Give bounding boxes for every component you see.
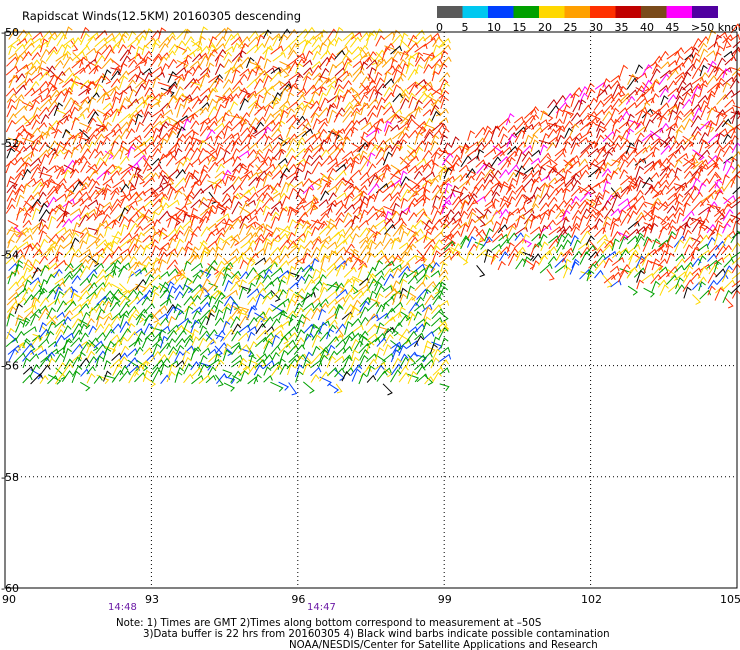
legend-swatch xyxy=(666,6,693,18)
x-tick-label: 105 xyxy=(720,593,740,606)
y-tick-label: -50 xyxy=(1,26,19,39)
legend-swatch xyxy=(590,6,616,18)
legend-swatch xyxy=(539,6,565,18)
time-label-1: 14:48 xyxy=(108,602,137,613)
legend-swatch xyxy=(641,6,667,18)
x-tick-label: 96 xyxy=(291,593,305,606)
map-title: Rapidscat Winds(12.5KM) 20160305 descend… xyxy=(22,9,301,23)
note-line-3: NOAA/NESDIS/Center for Satellite Applica… xyxy=(289,640,598,650)
color-legend: 051015202530354045>50 knots xyxy=(436,6,740,34)
wind-map: Rapidscat Winds(12.5KM) 20160305 descend… xyxy=(1,6,740,650)
legend-swatch xyxy=(692,6,718,18)
legend-swatch xyxy=(513,6,540,18)
legend-swatch xyxy=(615,6,642,18)
note-line-1: Note: 1) Times are GMT 2)Times along bot… xyxy=(116,618,541,629)
wind-barbs xyxy=(5,23,740,396)
y-tick-label: -52 xyxy=(1,137,19,150)
y-tick-label: -60 xyxy=(1,582,19,595)
legend-swatch xyxy=(437,6,463,18)
y-tick-label: -56 xyxy=(1,360,19,373)
time-label-2: 14:47 xyxy=(307,602,336,613)
legend-swatch xyxy=(488,6,514,18)
note-line-2: 3)Data buffer is 22 hrs from 20160305 4)… xyxy=(143,629,610,640)
x-tick-label: 99 xyxy=(438,593,452,606)
y-tick-label: -58 xyxy=(1,471,19,484)
x-tick-label: 93 xyxy=(145,593,159,606)
legend-swatch xyxy=(564,6,591,18)
legend-swatch xyxy=(462,6,489,18)
x-tick-label: 102 xyxy=(581,593,602,606)
y-tick-label: -54 xyxy=(1,248,19,261)
